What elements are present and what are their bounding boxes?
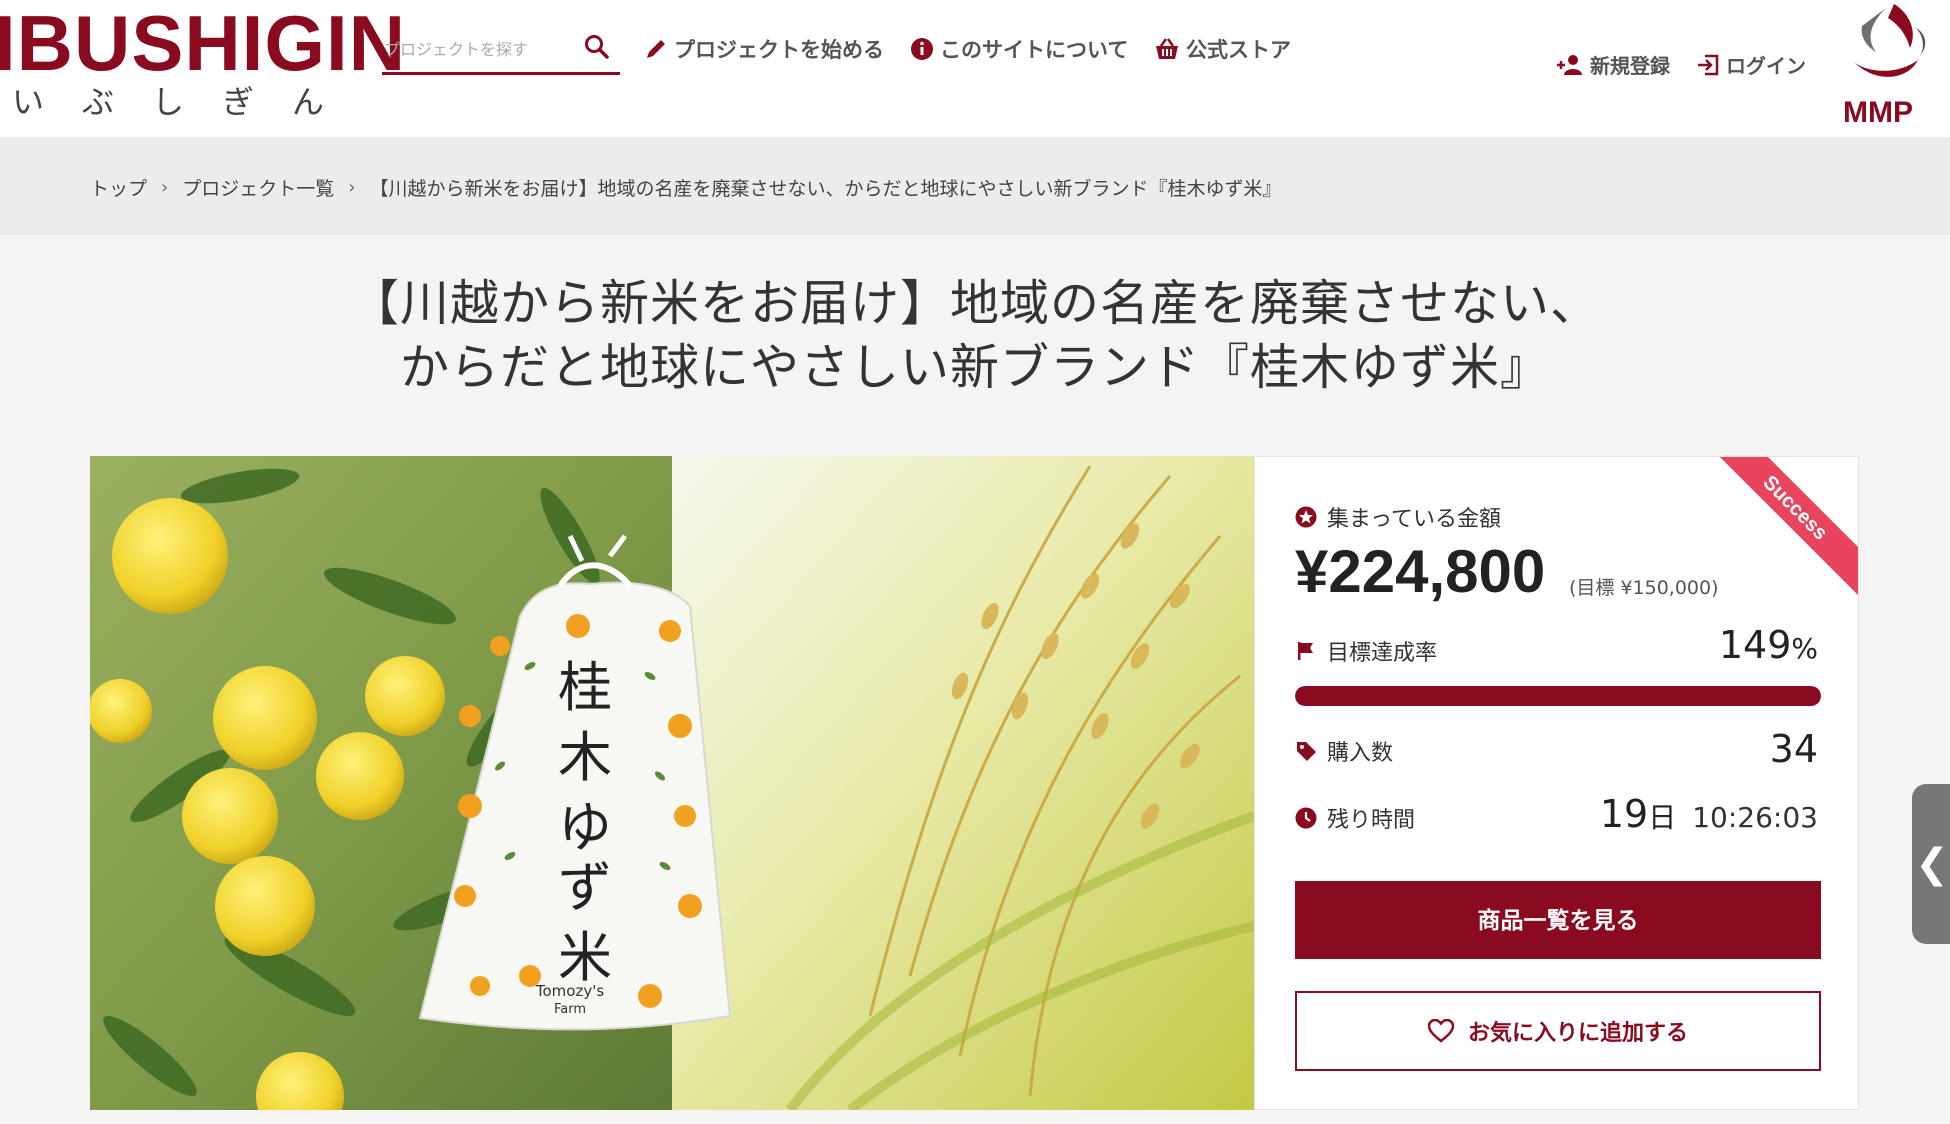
side-panel-toggle[interactable]: ❮ <box>1912 784 1950 944</box>
page-title-line2: からだと地球にやさしい新ブランド『桂木ゆず米』 <box>399 339 1550 396</box>
site-logo[interactable]: IBUSHIGIN <box>0 4 406 82</box>
clock-icon <box>1295 807 1317 829</box>
search-box <box>382 28 620 75</box>
basket-icon <box>1156 38 1178 59</box>
remaining-days: 19 <box>1599 792 1649 836</box>
search-input[interactable] <box>382 28 576 70</box>
mmp-logo-text: MMP <box>1843 96 1913 129</box>
breadcrumb-separator: › <box>348 177 356 198</box>
achievement-label-row: 目標達成率 <box>1295 635 1437 667</box>
page-title: 【川越から新米をお届け】地域の名産を廃棄させない、 からだと地球にやさしい新ブラ… <box>0 272 1950 400</box>
user-plus-icon <box>1557 54 1582 75</box>
remaining-time: 19日 10:26:03 <box>1600 792 1818 836</box>
view-items-button[interactable]: 商品一覧を見る <box>1295 881 1821 959</box>
purchases-label-row: 購入数 <box>1295 735 1393 767</box>
achievement-rate: 149% <box>1718 623 1818 667</box>
purchases-count: 34 <box>1769 727 1818 771</box>
add-favorite-label: お気に入りに追加する <box>1467 1021 1688 1046</box>
bag-brand-line2: Farm <box>554 1002 586 1017</box>
nav-store[interactable]: 公式ストア <box>1154 34 1291 64</box>
funding-panel: Success 集まっている金額 ¥224,800 (目標 ¥150,000) … <box>1254 456 1859 1110</box>
raised-amount: ¥224,800 <box>1295 538 1546 605</box>
site-header: IBUSHIGIN いぶしぎん プロジェクトを始める このサイトについて 公式ス… <box>0 0 1950 137</box>
heart-icon <box>1427 1019 1454 1043</box>
success-ribbon: Success <box>1701 457 1858 602</box>
chevron-left-icon: ❮ <box>1915 841 1949 887</box>
breadcrumb-projects[interactable]: プロジェクト一覧 <box>182 174 334 201</box>
nav-store-label: 公式ストア <box>1186 38 1291 62</box>
login-link[interactable]: ログイン <box>1696 50 1806 79</box>
nav-about-label: このサイトについて <box>940 38 1129 62</box>
site-logo-subtitle: いぶしぎん <box>12 83 363 121</box>
tag-icon <box>1297 742 1316 761</box>
page-title-line1: 【川越から新米をお届け】地域の名産を廃棄させない、 <box>349 275 1600 332</box>
breadcrumb: トップ › プロジェクト一覧 › 【川越から新米をお届け】地域の名産を廃棄させな… <box>0 137 1950 235</box>
achievement-label: 目標達成率 <box>1327 641 1438 666</box>
raised-label: 集まっている金額 <box>1327 507 1502 532</box>
register-link[interactable]: 新規登録 <box>1556 50 1670 79</box>
search-icon[interactable] <box>584 34 610 60</box>
achievement-progress-fill <box>1295 686 1821 706</box>
flag-icon <box>1298 642 1313 660</box>
nav-about[interactable]: このサイトについて <box>910 34 1128 64</box>
login-icon <box>1698 54 1719 75</box>
bag-title-char-3: ゆ <box>558 796 612 859</box>
add-favorite-button[interactable]: お気に入りに追加する <box>1295 991 1821 1071</box>
bag-title-char-1: 桂 <box>558 656 612 719</box>
bag-title-char-5-visible: 米 <box>558 926 612 989</box>
nav-start-project-label: プロジェクトを始める <box>674 38 884 62</box>
pencil-icon <box>647 40 665 58</box>
nav-start-project[interactable]: プロジェクトを始める <box>644 34 884 64</box>
login-label: ログイン <box>1726 54 1806 78</box>
bag-title-char-2: 木 <box>558 726 612 789</box>
bag-title-char-4: ず <box>558 856 612 919</box>
breadcrumb-current: 【川越から新米をお届け】地域の名産を廃棄させない、からだと地球にやさしい新ブラン… <box>369 178 1282 200</box>
purchases-label: 購入数 <box>1327 741 1394 766</box>
remaining-label-row: 残り時間 <box>1295 802 1415 834</box>
goal-amount: (目標 ¥150,000) <box>1569 577 1719 599</box>
raised-label-row: 集まっている金額 <box>1295 501 1501 533</box>
register-label: 新規登録 <box>1590 54 1670 78</box>
project-image-graphic: 桂 木 ゆ ず 米 米 Tomozy's Farm <box>90 456 1254 1110</box>
remaining-clock: 10:26:03 <box>1692 801 1818 834</box>
project-hero-image: 桂 木 ゆ ず 米 米 Tomozy's Farm <box>90 456 1254 1110</box>
remaining-days-unit: 日 <box>1648 801 1677 834</box>
info-icon <box>911 38 933 60</box>
achievement-progress-bar <box>1295 686 1821 706</box>
breadcrumb-separator: › <box>161 177 169 198</box>
bag-brand-line1: Tomozy's <box>535 982 604 1000</box>
breadcrumb-home[interactable]: トップ <box>90 174 147 201</box>
star-circle-icon <box>1295 506 1317 528</box>
remaining-label: 残り時間 <box>1327 808 1416 833</box>
